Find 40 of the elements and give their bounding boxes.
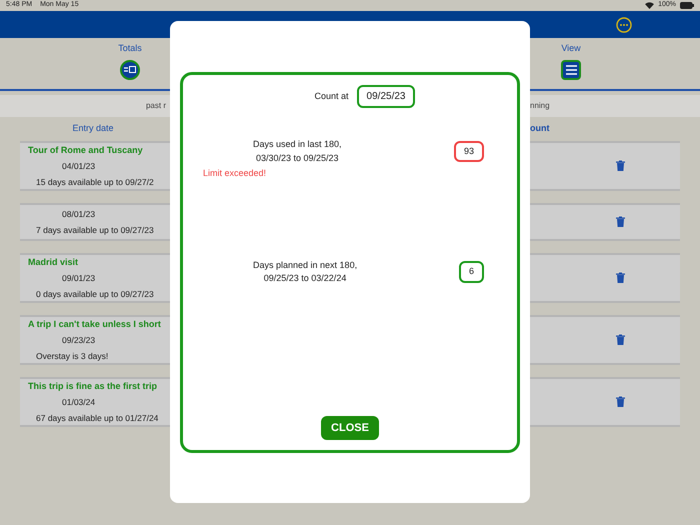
availability-text: 0 days available up to 09/27/23 [35, 288, 155, 300]
availability-text: 15 days available up to 09/27/2 [35, 176, 155, 188]
stat-value: 6 [458, 261, 484, 283]
warning-text: Limit exceeded! [203, 167, 266, 180]
toolbar-label: View [561, 42, 581, 55]
stat-value: 93 [454, 140, 484, 162]
close-button[interactable]: CLOSE [321, 416, 379, 440]
trip-title: Madrid visit [28, 256, 80, 268]
trip-title: This trip is fine as the first trip [28, 380, 158, 393]
battery-icon [680, 2, 694, 9]
toolbar-button[interactable] [561, 60, 581, 80]
stat-label: Days planned in next 180, 09/25/23 to 03/22/24 [253, 258, 358, 285]
availability-text: Overstay is 3 days! [35, 350, 110, 362]
trip-title: Tour of Rome and Tuscany [28, 144, 144, 157]
entry-date: 09/23/23 [61, 334, 96, 347]
subheader-text: past r [146, 100, 166, 112]
trash-icon[interactable] [616, 216, 625, 228]
entry-date: 08/01/23 [61, 208, 96, 220]
trash-icon[interactable] [616, 160, 625, 172]
column-header: ount [530, 122, 550, 136]
trash-icon[interactable] [616, 334, 625, 346]
column-header: Entry date [72, 122, 114, 136]
more-icon[interactable] [616, 16, 632, 32]
count-date-field[interactable]: 09/25/23 [356, 85, 416, 108]
availability-text: 67 days available up to 01/27/24 [35, 412, 160, 424]
lines-and-square-icon [124, 66, 136, 73]
availability-text: 7 days available up to 09/27/23 [35, 224, 155, 236]
toolbar-label: Totals [118, 42, 142, 55]
trash-icon[interactable] [616, 396, 625, 408]
toolbar-button[interactable] [120, 60, 140, 80]
trip-title: A trip I can't take unless I short [28, 318, 162, 331]
count-label: Count at [314, 90, 349, 103]
wifi-icon [645, 2, 654, 9]
entry-date: 09/01/23 [61, 272, 96, 285]
stat-label: Days used in last 180, 03/30/23 to 09/25/23 [253, 138, 342, 164]
trash-icon[interactable] [616, 272, 625, 284]
menu-icon [566, 64, 576, 74]
subheader-text: nning [530, 100, 550, 112]
entry-date: 04/01/23 [61, 160, 96, 173]
entry-date: 01/03/24 [61, 396, 96, 409]
